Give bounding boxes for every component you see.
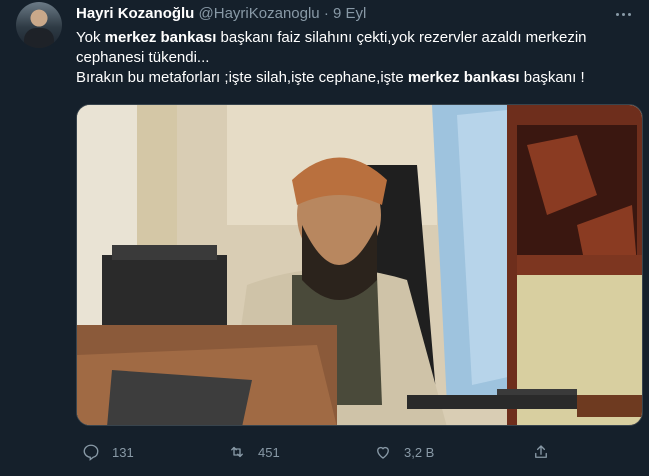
retweet-count: 451 xyxy=(258,444,280,460)
avatar-figure xyxy=(24,28,54,48)
reply-button[interactable]: 131 xyxy=(82,443,134,461)
bold-phrase: merkez bankası xyxy=(407,69,520,86)
tweet-photo[interactable] xyxy=(76,104,643,426)
more-options-button[interactable] xyxy=(611,4,635,24)
author-handle[interactable]: @HayriKozanoglu xyxy=(199,5,320,22)
tweet-actions: 131 451 3,2 B xyxy=(76,438,636,466)
tweet-header: Hayri Kozanoğlu @HayriKozanoglu · 9 Eyl xyxy=(76,4,366,24)
tweet-paragraph-1: Yok merkez bankası başkanı faiz silahını… xyxy=(76,29,587,66)
like-count: 3,2 B xyxy=(404,444,435,460)
avatar[interactable] xyxy=(16,2,62,48)
share-icon xyxy=(535,445,547,458)
tweet-date[interactable]: 9 Eyl xyxy=(333,5,366,22)
reply-count: 131 xyxy=(112,444,134,460)
tweet-text: Yok merkez bankası başkanı faiz silahını… xyxy=(76,28,636,88)
photo-scene xyxy=(77,105,642,425)
like-button[interactable]: 3,2 B xyxy=(374,443,434,461)
tweet-paragraph-2: Bırakın bu metaforları ;işte silah,işte … xyxy=(76,69,585,86)
retweet-button[interactable]: 451 xyxy=(228,443,280,461)
like-icon xyxy=(377,446,389,459)
retweet-icon xyxy=(231,446,243,458)
author-name[interactable]: Hayri Kozanoğlu xyxy=(76,5,194,22)
tweet: Hayri Kozanoğlu @HayriKozanoglu · 9 Eyl … xyxy=(0,0,649,476)
separator-dot: · xyxy=(323,5,329,22)
more-icon xyxy=(615,12,619,16)
share-button[interactable] xyxy=(532,443,562,461)
reply-icon xyxy=(83,444,99,461)
bold-phrase: merkez bankası xyxy=(104,29,217,46)
